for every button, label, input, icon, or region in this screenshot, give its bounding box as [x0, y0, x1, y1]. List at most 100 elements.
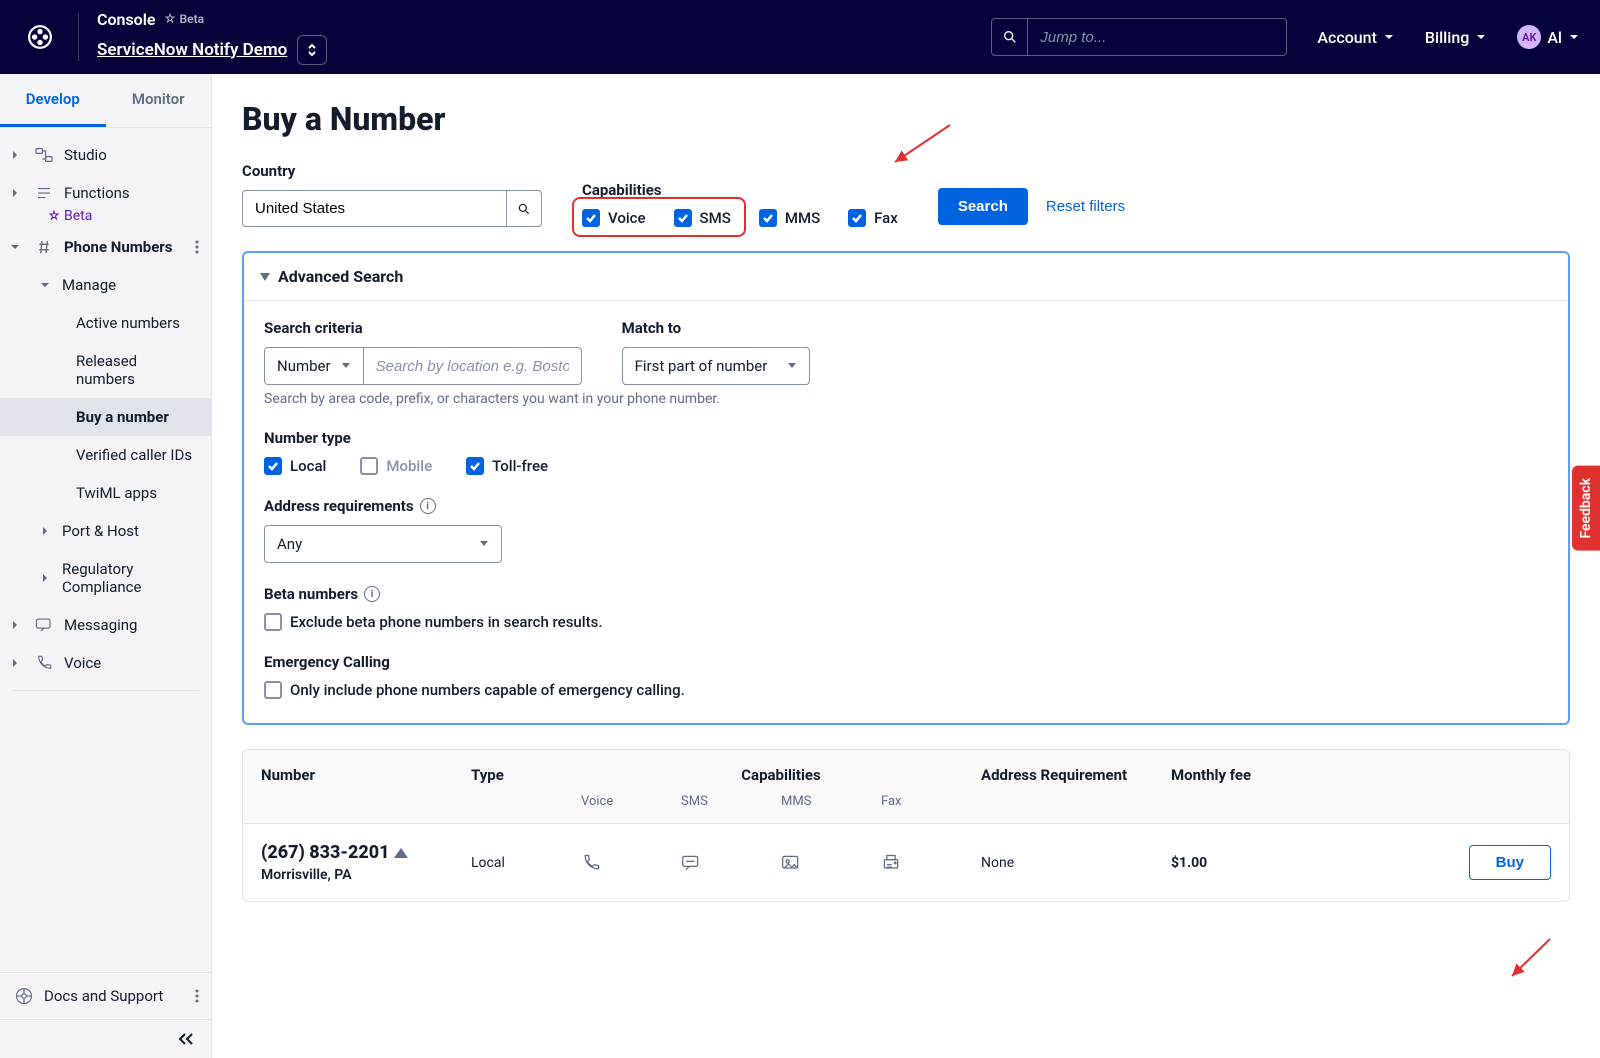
voice-cap-icon [581, 853, 681, 873]
th-capabilities: Capabilities [581, 766, 981, 784]
sidebar-label: Manage [62, 276, 199, 294]
info-icon[interactable]: i [364, 586, 380, 602]
country-field[interactable] [242, 190, 542, 227]
sidebar-item-port-host[interactable]: Port & Host [0, 512, 211, 550]
sidebar-bottom: Docs and Support [0, 972, 211, 1019]
reset-filters-button[interactable]: Reset filters [1046, 198, 1125, 215]
match-label: Match to [622, 319, 810, 337]
checkbox-label: Only include phone numbers capable of em… [290, 681, 685, 699]
sidebar-label: Messaging [64, 616, 199, 634]
checkbox-mobile[interactable]: Mobile [360, 457, 432, 475]
hash-icon [32, 239, 56, 255]
sidebar-item-active-numbers[interactable]: Active numbers [0, 304, 211, 342]
th-sub-fax: Fax [881, 794, 981, 809]
chevron-right-icon [10, 150, 24, 160]
address-req-select[interactable]: Any [264, 525, 502, 563]
more-icon[interactable] [195, 240, 199, 254]
sidebar-label: TwiML apps [76, 484, 199, 502]
sidebar-item-verified-caller[interactable]: Verified caller IDs [0, 436, 211, 474]
address-req-label: Address requirements i [264, 497, 1548, 515]
fax-cap-icon [881, 853, 981, 873]
mms-cap-icon [781, 854, 881, 872]
checkbox-box [848, 209, 866, 227]
account-menu[interactable]: Account [1317, 28, 1395, 47]
checkbox-emergency[interactable]: Only include phone numbers capable of em… [264, 681, 1548, 699]
sidebar-item-studio[interactable]: Studio [0, 136, 211, 174]
sidebar-item-voice[interactable]: Voice [0, 644, 211, 682]
checkbox-label: Fax [874, 209, 898, 227]
country-input[interactable] [242, 190, 506, 227]
tab-monitor[interactable]: Monitor [106, 74, 212, 127]
capabilities-label: Capabilities [582, 181, 898, 199]
sidebar-item-buy-number[interactable]: Buy a number [0, 398, 211, 436]
billing-menu[interactable]: Billing [1425, 28, 1487, 47]
sidebar-item-regulatory[interactable]: Regulatory Compliance [0, 550, 211, 606]
sidebar-item-functions[interactable]: Functions [0, 174, 211, 212]
search-button[interactable]: Search [938, 188, 1028, 225]
checkbox-label: Exclude beta phone numbers in search res… [290, 613, 602, 631]
checkbox-box [360, 457, 378, 475]
row-fee: $1.00 [1171, 855, 1311, 871]
chat-icon [32, 617, 56, 633]
user-menu[interactable]: AK Al [1517, 25, 1580, 49]
checkbox-local[interactable]: Local [264, 457, 326, 475]
select-value: First part of number [635, 357, 768, 375]
criteria-select[interactable]: Number [264, 347, 364, 385]
th-type: Type [471, 766, 581, 784]
search-input[interactable] [1028, 29, 1286, 46]
studio-icon [32, 147, 56, 163]
page-title: Buy a Number [242, 100, 1570, 138]
checkbox-sms[interactable]: SMS [674, 209, 731, 227]
match-select[interactable]: First part of number [622, 347, 810, 385]
row-location: Morrisville, PA [261, 867, 471, 883]
chevron-down-icon [341, 362, 351, 370]
sidebar-item-messaging[interactable]: Messaging [0, 606, 211, 644]
sidebar-item-phone-numbers[interactable]: Phone Numbers [0, 228, 211, 266]
sidebar-label: Docs and Support [44, 987, 187, 1005]
sidebar-item-twiml-apps[interactable]: TwiML apps [0, 474, 211, 512]
sidebar-item-manage[interactable]: Manage [0, 266, 211, 304]
checkbox-fax[interactable]: Fax [848, 209, 898, 227]
checkbox-exclude-beta[interactable]: Exclude beta phone numbers in search res… [264, 613, 1548, 631]
console-text: Console [97, 10, 156, 29]
sidebar-item-docs[interactable]: Docs and Support [0, 973, 211, 1019]
th-number: Number [261, 766, 471, 784]
triangle-down-icon [260, 273, 270, 281]
checkbox-voice[interactable]: Voice [582, 209, 646, 227]
sidebar: Develop Monitor Studio Functions [0, 74, 212, 1058]
billing-label: Billing [1425, 28, 1469, 47]
advanced-title: Advanced Search [278, 267, 403, 286]
global-search[interactable] [991, 18, 1287, 56]
feedback-tab[interactable]: Feedback [1572, 466, 1600, 551]
chevron-down-icon [10, 242, 24, 252]
tab-develop[interactable]: Develop [0, 74, 106, 127]
checkbox-tollfree[interactable]: Toll-free [466, 457, 548, 475]
row-number: (267) 833-2201 [261, 842, 471, 863]
sidebar-label: Active numbers [76, 314, 199, 332]
buy-button[interactable]: Buy [1469, 845, 1551, 880]
avatar-name: Al [1547, 28, 1562, 47]
search-icon [992, 19, 1028, 55]
th-address: Address Requirement [981, 766, 1171, 784]
results-table: Number Type Capabilities Address Require… [242, 749, 1570, 902]
sidebar-label: Buy a number [76, 408, 199, 426]
chevron-right-icon [40, 526, 54, 536]
checkbox-box [466, 457, 484, 475]
country-search-button[interactable] [506, 190, 542, 227]
more-icon[interactable] [195, 989, 199, 1003]
info-icon[interactable]: i [420, 498, 436, 514]
checkbox-mms[interactable]: MMS [759, 209, 820, 227]
th-fee: Monthly fee [1171, 766, 1311, 784]
criteria-input[interactable] [364, 347, 582, 385]
sidebar-collapse[interactable] [0, 1019, 211, 1058]
beta-text: Beta [180, 12, 205, 26]
brand-logo [20, 17, 60, 57]
sidebar-separator [12, 690, 199, 691]
sidebar-label: Voice [64, 654, 199, 672]
functions-icon [32, 185, 56, 201]
advanced-search-toggle[interactable]: Advanced Search [244, 253, 1568, 301]
project-name[interactable]: ServiceNow Notify Demo [97, 40, 287, 60]
sidebar-item-released-numbers[interactable]: Released numbers [0, 342, 211, 398]
project-switch-button[interactable] [297, 35, 327, 65]
label-text: Beta numbers [264, 585, 358, 603]
